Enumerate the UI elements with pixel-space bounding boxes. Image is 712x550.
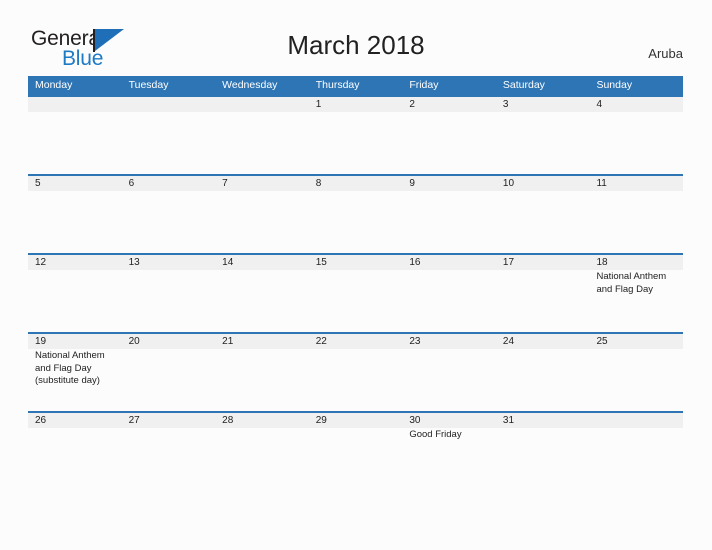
day-number[interactable]: 20: [122, 334, 216, 349]
calendar-grid: Monday Tuesday Wednesday Thursday Friday…: [28, 76, 683, 490]
page-header: General Blue March 2018 Aruba: [0, 0, 712, 76]
day-number[interactable]: 26: [28, 413, 122, 428]
day-event: [402, 191, 496, 253]
day-event: [215, 349, 309, 411]
day-number[interactable]: 5: [28, 176, 122, 191]
weekday-saturday: Saturday: [502, 79, 545, 91]
week-row: 5 6 7 8 9 10 11: [28, 174, 683, 253]
week-row: 26 27 28 29 30 31 Good Friday: [28, 411, 683, 490]
day-event: [122, 428, 216, 490]
day-event: [28, 428, 122, 490]
day-event: National Anthem and Flag Day (substitute…: [35, 350, 105, 386]
day-event: [122, 349, 216, 411]
day-number[interactable]: 21: [215, 334, 309, 349]
day-number[interactable]: [28, 97, 122, 112]
day-events-band: National Anthem and Flag Day: [28, 270, 683, 332]
day-event: [589, 349, 683, 411]
day-event: [402, 270, 496, 332]
day-number[interactable]: 8: [309, 176, 403, 191]
day-number[interactable]: 1: [309, 97, 403, 112]
day-number[interactable]: 23: [402, 334, 496, 349]
day-event: [496, 270, 590, 332]
weekday-monday: Monday: [35, 79, 73, 91]
weekday-tuesday: Tuesday: [128, 79, 169, 91]
day-event: [122, 191, 216, 253]
day-events-band: [28, 191, 683, 253]
weekday-header-row: Monday Tuesday Wednesday Thursday Friday…: [28, 76, 683, 95]
day-number[interactable]: 22: [309, 334, 403, 349]
day-event: [309, 191, 403, 253]
day-event: [28, 191, 122, 253]
day-number[interactable]: 18: [589, 255, 683, 270]
day-number[interactable]: 16: [402, 255, 496, 270]
day-number[interactable]: [122, 97, 216, 112]
week-row: 19 20 21 22 23 24 25 National Anthem and…: [28, 332, 683, 411]
day-number[interactable]: 10: [496, 176, 590, 191]
day-number[interactable]: 11: [589, 176, 683, 191]
day-number-band: 1 2 3 4: [28, 97, 683, 112]
day-event: [28, 112, 122, 174]
day-number-band: 12 13 14 15 16 17 18: [28, 255, 683, 270]
day-number[interactable]: 27: [122, 413, 216, 428]
day-event: [496, 191, 590, 253]
day-number[interactable]: 14: [215, 255, 309, 270]
day-event: [496, 112, 590, 174]
day-number[interactable]: 17: [496, 255, 590, 270]
day-number-band: 19 20 21 22 23 24 25: [28, 334, 683, 349]
day-event: National Anthem and Flag Day: [596, 271, 667, 295]
day-number[interactable]: 7: [215, 176, 309, 191]
weekday-sunday: Sunday: [596, 79, 633, 91]
day-number[interactable]: 29: [309, 413, 403, 428]
day-event: [589, 428, 683, 490]
day-event: [309, 270, 403, 332]
day-number[interactable]: 15: [309, 255, 403, 270]
day-number[interactable]: 31: [496, 413, 590, 428]
day-event: [28, 270, 122, 332]
day-event: [309, 349, 403, 411]
day-event: [402, 349, 496, 411]
day-event: [402, 112, 496, 174]
day-number-band: 5 6 7 8 9 10 11: [28, 176, 683, 191]
day-event: Good Friday: [409, 429, 462, 440]
day-events-band: National Anthem and Flag Day (substitute…: [28, 349, 683, 411]
day-event: [215, 112, 309, 174]
page-title: March 2018: [287, 30, 425, 60]
day-number-band: 26 27 28 29 30 31: [28, 413, 683, 428]
day-event: [309, 112, 403, 174]
country-label: Aruba: [648, 46, 683, 61]
weekday-thursday: Thursday: [315, 79, 360, 91]
day-events-band: [28, 112, 683, 174]
day-number[interactable]: [215, 97, 309, 112]
day-number[interactable]: 12: [28, 255, 122, 270]
day-event: [122, 112, 216, 174]
day-number[interactable]: [589, 413, 683, 428]
day-event: [589, 112, 683, 174]
day-events-band: Good Friday: [28, 428, 683, 490]
day-event: [496, 428, 590, 490]
week-row: 12 13 14 15 16 17 18 National Anthem and…: [28, 253, 683, 332]
day-number[interactable]: 28: [215, 413, 309, 428]
day-number[interactable]: 9: [402, 176, 496, 191]
day-event: [309, 428, 403, 490]
weekday-friday: Friday: [409, 79, 439, 91]
day-number[interactable]: 24: [496, 334, 590, 349]
day-event: [122, 270, 216, 332]
day-event: [215, 191, 309, 253]
day-number[interactable]: 19: [28, 334, 122, 349]
day-event: [215, 428, 309, 490]
day-number[interactable]: 4: [589, 97, 683, 112]
day-number[interactable]: 25: [589, 334, 683, 349]
day-number[interactable]: 6: [122, 176, 216, 191]
day-event: [215, 270, 309, 332]
day-event: [496, 349, 590, 411]
day-number[interactable]: 2: [402, 97, 496, 112]
day-number[interactable]: 13: [122, 255, 216, 270]
day-number[interactable]: 3: [496, 97, 590, 112]
week-row: 1 2 3 4: [28, 95, 683, 174]
weekday-wednesday: Wednesday: [222, 79, 278, 91]
day-event: [589, 191, 683, 253]
day-number[interactable]: 30: [402, 413, 496, 428]
